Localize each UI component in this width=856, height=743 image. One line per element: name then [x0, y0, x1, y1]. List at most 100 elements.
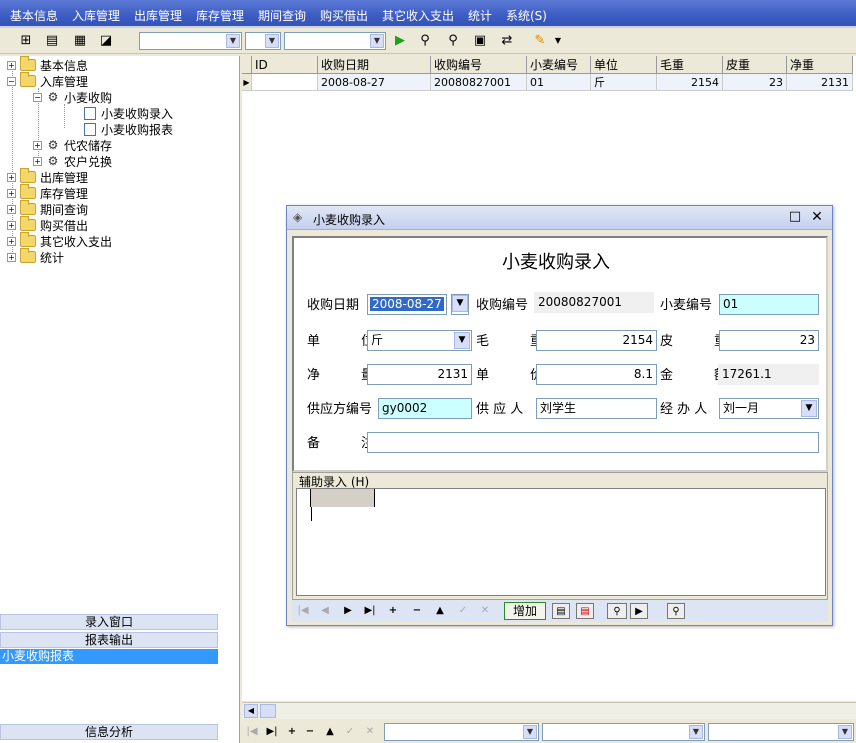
- toolbar-combo-3[interactable]: ▼: [284, 32, 386, 50]
- tree-item-farmer-storage[interactable]: + ⚙ 代农储存: [33, 137, 112, 153]
- aux-cell[interactable]: [311, 489, 375, 507]
- column-header-gross[interactable]: 毛重: [657, 56, 723, 74]
- table-cell[interactable]: 23: [723, 74, 787, 91]
- first-record-icon[interactable]: |◀: [295, 603, 311, 619]
- cancel-icon[interactable]: ✕: [477, 603, 493, 619]
- edit-up-icon[interactable]: ▲: [322, 724, 338, 740]
- print-icon[interactable]: ▤: [552, 603, 570, 619]
- net-field[interactable]: 2131: [367, 364, 472, 385]
- collapse-icon[interactable]: −: [33, 92, 42, 102]
- menu-statistics[interactable]: 统计: [468, 7, 492, 24]
- aux-entry-grid[interactable]: [296, 488, 826, 596]
- column-header-unit[interactable]: 单位: [591, 56, 657, 74]
- add-record-icon[interactable]: +: [385, 603, 401, 619]
- confirm-icon[interactable]: ✓: [455, 603, 471, 619]
- last-record-icon[interactable]: ▶|: [362, 603, 378, 619]
- tree-item-period-query[interactable]: + 期间查询: [7, 200, 88, 217]
- delete-record-icon[interactable]: −: [409, 603, 425, 619]
- entry-window-tab[interactable]: 录入窗口: [0, 614, 218, 630]
- menu-system[interactable]: 系统(S): [506, 7, 547, 24]
- table-cell[interactable]: 斤: [591, 74, 657, 91]
- search-icon[interactable]: ⚲: [667, 603, 685, 619]
- delete-record-icon[interactable]: −: [302, 724, 318, 740]
- date-field[interactable]: 2008-08-27: [367, 294, 447, 315]
- expand-icon[interactable]: +: [33, 140, 42, 150]
- menu-inbound[interactable]: 入库管理: [72, 7, 120, 24]
- expand-icon[interactable]: +: [7, 204, 16, 214]
- info-analysis-tab[interactable]: 信息分析: [0, 724, 218, 740]
- tree-item-wheat-report[interactable]: 小麦收购报表: [84, 121, 173, 137]
- table-cell[interactable]: 2131: [787, 74, 853, 91]
- menu-outbound[interactable]: 出库管理: [134, 7, 182, 24]
- table-cell[interactable]: 20080827001: [431, 74, 527, 91]
- tare-field[interactable]: 23: [719, 330, 819, 351]
- tree-item-farmer-exchange[interactable]: + ⚙ 农户兑换: [33, 153, 112, 169]
- toolbar-combo-1[interactable]: ▼: [139, 32, 242, 50]
- find-icon[interactable]: ⚲: [415, 31, 435, 50]
- unit-select[interactable]: 斤 ▼: [367, 330, 472, 351]
- edit-up-icon[interactable]: ▲: [432, 603, 448, 619]
- column-header-wheat-no[interactable]: 小麦编号: [527, 56, 591, 74]
- price-field[interactable]: 8.1: [536, 364, 657, 385]
- nav-combo-2[interactable]: ▼: [542, 723, 705, 741]
- refresh-icon[interactable]: ⇄: [497, 31, 517, 50]
- expand-icon[interactable]: +: [7, 60, 16, 70]
- tree-item-basic-info[interactable]: + 基本信息: [7, 56, 88, 73]
- supplier-field[interactable]: 刘学生: [536, 398, 657, 419]
- last-record-icon[interactable]: ▶|: [264, 724, 280, 740]
- scroll-thumb[interactable]: [260, 704, 276, 718]
- collapse-icon[interactable]: −: [7, 76, 16, 86]
- chevron-down-icon[interactable]: ▼: [548, 31, 568, 50]
- tree-item-other-income[interactable]: + 其它收入支出: [7, 232, 112, 249]
- supplier-no-field[interactable]: gy0002: [378, 398, 472, 419]
- add-record-icon[interactable]: +: [284, 724, 300, 740]
- tree-item-wheat-purchase[interactable]: − ⚙ 小麦收购: [33, 89, 112, 105]
- column-header-code[interactable]: 收购编号: [431, 56, 527, 74]
- column-header-tare[interactable]: 皮重: [723, 56, 787, 74]
- first-record-icon[interactable]: |◀: [244, 724, 260, 740]
- nav-combo-1[interactable]: ▼: [384, 723, 539, 741]
- chart-icon[interactable]: ◪: [96, 31, 116, 50]
- expand-icon[interactable]: +: [7, 220, 16, 230]
- chevron-down-icon[interactable]: ▼: [454, 332, 470, 349]
- form-icon[interactable]: ▤: [42, 31, 62, 50]
- chevron-down-icon[interactable]: ▼: [801, 400, 817, 417]
- expand-icon[interactable]: +: [7, 188, 16, 198]
- tree-item-purchase-lend[interactable]: + 购买借出: [7, 216, 88, 233]
- menu-period-query[interactable]: 期间查询: [258, 7, 306, 24]
- table-cell[interactable]: 01: [527, 74, 591, 91]
- dialog-titlebar[interactable]: ◈ 小麦收购录入 □ ✕: [287, 206, 832, 230]
- tree-item-inventory[interactable]: + 库存管理: [7, 184, 88, 201]
- tree-item-statistics[interactable]: + 统计: [7, 248, 64, 265]
- tree-item-inbound[interactable]: − 入库管理: [7, 72, 88, 89]
- column-header-date[interactable]: 收购日期: [318, 56, 431, 74]
- column-header-id[interactable]: ID: [252, 56, 318, 74]
- column-header-net[interactable]: 净重: [787, 56, 853, 74]
- menu-basic-info[interactable]: 基本信息: [10, 7, 58, 24]
- remark-field[interactable]: [367, 432, 819, 453]
- table-cell[interactable]: 2008-08-27: [318, 74, 431, 91]
- expand-icon[interactable]: +: [33, 156, 42, 166]
- preview-icon[interactable]: ▣: [470, 31, 490, 50]
- play-icon[interactable]: ▶: [630, 603, 648, 619]
- tree-item-outbound[interactable]: + 出库管理: [7, 168, 88, 185]
- menu-inventory[interactable]: 库存管理: [196, 7, 244, 24]
- menu-purchase-lend[interactable]: 购买借出: [320, 7, 368, 24]
- menu-other-income[interactable]: 其它收入支出: [382, 7, 454, 24]
- scroll-left-icon[interactable]: ◀: [244, 704, 258, 718]
- search-icon[interactable]: ⚲: [443, 31, 463, 50]
- date-picker-button[interactable]: ▼: [451, 294, 469, 315]
- tree-view-icon[interactable]: ⊞: [16, 31, 36, 50]
- document-icon[interactable]: ▦: [70, 31, 90, 50]
- confirm-icon[interactable]: ✓: [342, 724, 358, 740]
- maximize-icon[interactable]: □: [787, 209, 803, 225]
- play-icon[interactable]: ▶: [390, 31, 410, 50]
- amount-field[interactable]: 17261.1: [718, 364, 819, 385]
- expand-icon[interactable]: +: [7, 172, 16, 182]
- add-button[interactable]: 增加: [504, 602, 546, 620]
- horizontal-scrollbar[interactable]: ◀: [242, 702, 856, 719]
- next-record-icon[interactable]: ▶: [340, 603, 356, 619]
- table-cell[interactable]: 2154: [657, 74, 723, 91]
- code-field[interactable]: 20080827001: [534, 292, 654, 313]
- close-icon[interactable]: ✕: [809, 209, 825, 225]
